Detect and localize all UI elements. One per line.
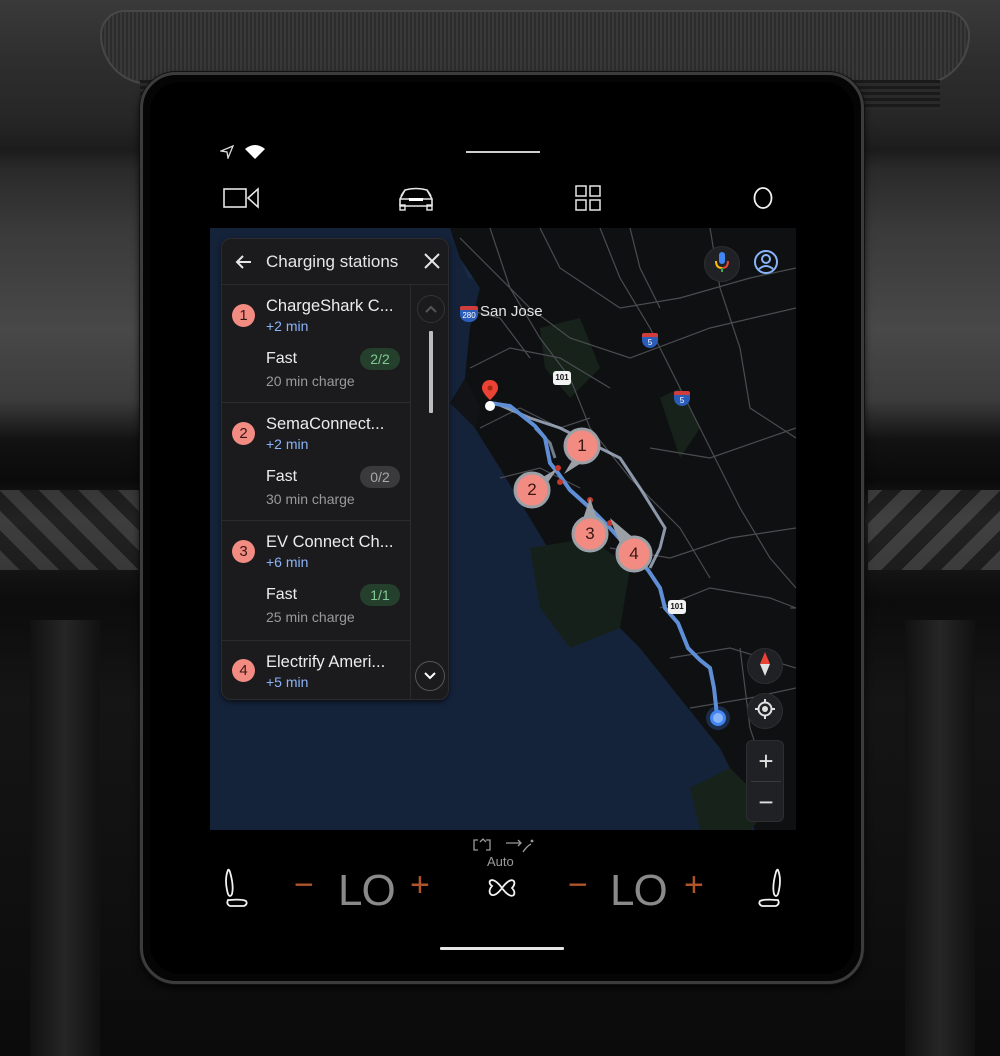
dashboard-trim-left — [0, 490, 140, 570]
station-number-badge: 3 — [232, 540, 255, 563]
recenter-button[interactable] — [747, 693, 783, 729]
charge-time: 20 min charge — [266, 373, 355, 389]
home-indicator[interactable] — [440, 947, 564, 950]
my-location-icon — [754, 698, 776, 725]
scroll-up-button[interactable] — [417, 295, 445, 323]
station-list: 1 ChargeShark C... +2 min Fast 2/2 20 mi… — [222, 285, 410, 699]
city-label-san-jose[interactable]: San Jose — [480, 303, 543, 320]
car-button[interactable] — [394, 184, 438, 216]
passenger-temp-decrease-button[interactable]: − — [568, 866, 588, 905]
station-list-item[interactable]: 2 SemaConnect... +2 min Fast 0/2 30 min … — [222, 403, 410, 521]
console-right — [905, 620, 975, 1056]
zoom-controls: + − — [746, 740, 784, 822]
passenger-temp-display: LO — [610, 866, 668, 915]
station-name: Electrify Ameri... — [266, 653, 386, 671]
detour-time: +5 min — [266, 674, 309, 690]
close-button[interactable] — [421, 250, 443, 272]
station-number-badge: 4 — [232, 659, 255, 682]
scrollbar-thumb[interactable] — [429, 331, 433, 413]
current-location-marker — [710, 710, 726, 726]
zoom-out-button[interactable]: − — [747, 782, 785, 822]
station-number-badge: 1 — [232, 304, 255, 327]
back-button[interactable] — [232, 250, 256, 274]
station-name: SemaConnect... — [266, 415, 385, 433]
climate-controls: Auto − LO + − LO + — [210, 836, 796, 926]
zoom-in-button[interactable]: + — [747, 741, 785, 781]
station-list-item[interactable]: 4 Electrify Ameri... +5 min — [222, 641, 410, 699]
station-list-item[interactable]: 1 ChargeShark C... +2 min Fast 2/2 20 mi… — [222, 285, 410, 403]
seat-heat-left-icon — [222, 868, 252, 912]
navigation-arrow-icon — [218, 144, 235, 164]
assistant-button[interactable] — [748, 184, 778, 216]
highway-shield-101: 101 — [668, 600, 686, 614]
fan-icon — [484, 879, 520, 910]
microphone-icon — [714, 251, 730, 278]
detour-time: +6 min — [266, 554, 309, 570]
panel-title: Charging stations — [266, 252, 399, 271]
charge-time: 25 min charge — [266, 609, 355, 625]
fan-mode-label: Auto — [487, 854, 514, 869]
app-grid-icon — [574, 184, 602, 217]
driver-temp-display: LO — [338, 866, 396, 915]
status-bar — [218, 144, 266, 165]
charger-speed: Fast — [266, 350, 298, 367]
fan-button[interactable] — [484, 870, 520, 911]
availability-badge: 1/1 — [360, 584, 400, 606]
station-name: ChargeShark C... — [266, 297, 394, 315]
console-left — [30, 620, 100, 1056]
apps-button[interactable] — [570, 184, 606, 216]
scroll-down-button[interactable] — [415, 661, 445, 691]
left-seat-heat-button[interactable] — [222, 868, 252, 913]
station-number-badge: 2 — [232, 422, 255, 445]
seat-heat-right-icon — [754, 868, 784, 912]
charging-stations-panel: Charging stations 1 ChargeShark C... +2 … — [221, 238, 449, 700]
compass-button[interactable] — [747, 648, 783, 684]
driver-temp-decrease-button[interactable]: − — [294, 866, 314, 905]
charger-speed: Fast — [266, 468, 298, 485]
top-navigation — [220, 184, 780, 216]
detour-time: +2 min — [266, 318, 309, 334]
wifi-icon — [244, 144, 266, 165]
station-name: EV Connect Ch... — [266, 533, 394, 551]
account-icon — [753, 249, 779, 280]
right-seat-heat-button[interactable] — [754, 868, 784, 913]
station-list-item[interactable]: 3 EV Connect Ch... +6 min Fast 1/1 25 mi… — [222, 521, 410, 641]
compass-icon — [759, 651, 771, 682]
top-drag-handle[interactable] — [466, 151, 540, 153]
scroll-column — [410, 285, 448, 699]
charge-time: 30 min charge — [266, 491, 355, 507]
detour-time: +2 min — [266, 436, 309, 452]
circle-icon — [752, 186, 774, 215]
arrow-left-icon — [232, 255, 256, 278]
video-camera-icon — [222, 186, 262, 215]
camera-button[interactable] — [220, 184, 264, 216]
availability-badge: 2/2 — [360, 348, 400, 370]
driver-temp-increase-button[interactable]: + — [410, 866, 430, 905]
highway-shield-101: 101 — [553, 371, 571, 385]
dashboard-trim-right — [868, 490, 1000, 570]
passenger-temp-increase-button[interactable]: + — [684, 866, 704, 905]
charger-speed: Fast — [266, 586, 298, 603]
chevron-up-icon — [425, 300, 437, 318]
account-button[interactable] — [748, 246, 784, 282]
chevron-down-icon — [424, 667, 436, 685]
close-icon — [421, 253, 443, 276]
car-icon — [396, 184, 436, 217]
voice-search-button[interactable] — [704, 246, 740, 282]
availability-badge: 0/2 — [360, 466, 400, 488]
highway-shield-280: 280 — [460, 306, 478, 322]
panel-header: Charging stations — [222, 239, 448, 285]
